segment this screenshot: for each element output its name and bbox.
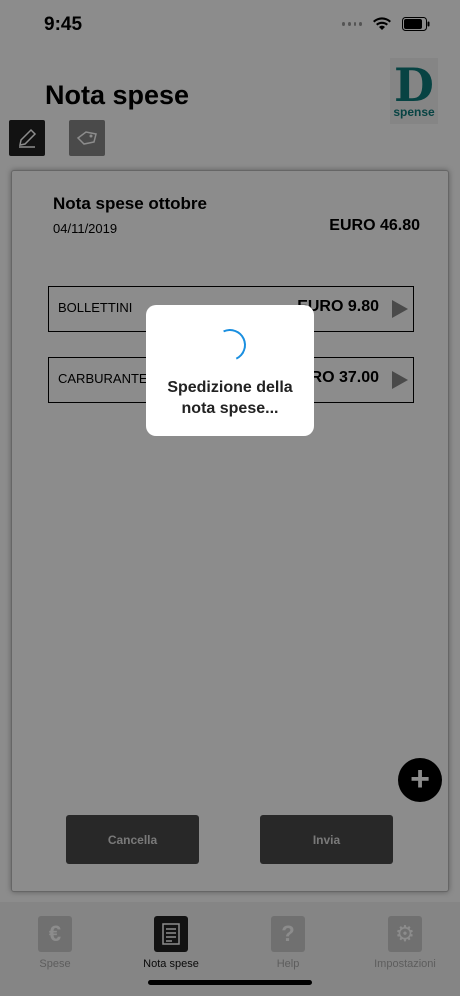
loading-message: Spedizione della nota spese... bbox=[146, 377, 314, 419]
loading-spinner-icon bbox=[209, 324, 251, 366]
loading-message-line1: Spedizione della bbox=[167, 379, 293, 396]
loading-dialog: Spedizione della nota spese... bbox=[146, 305, 314, 436]
home-indicator bbox=[148, 980, 312, 985]
modal-overlay bbox=[0, 0, 460, 996]
loading-message-line2: nota spese... bbox=[181, 400, 279, 417]
